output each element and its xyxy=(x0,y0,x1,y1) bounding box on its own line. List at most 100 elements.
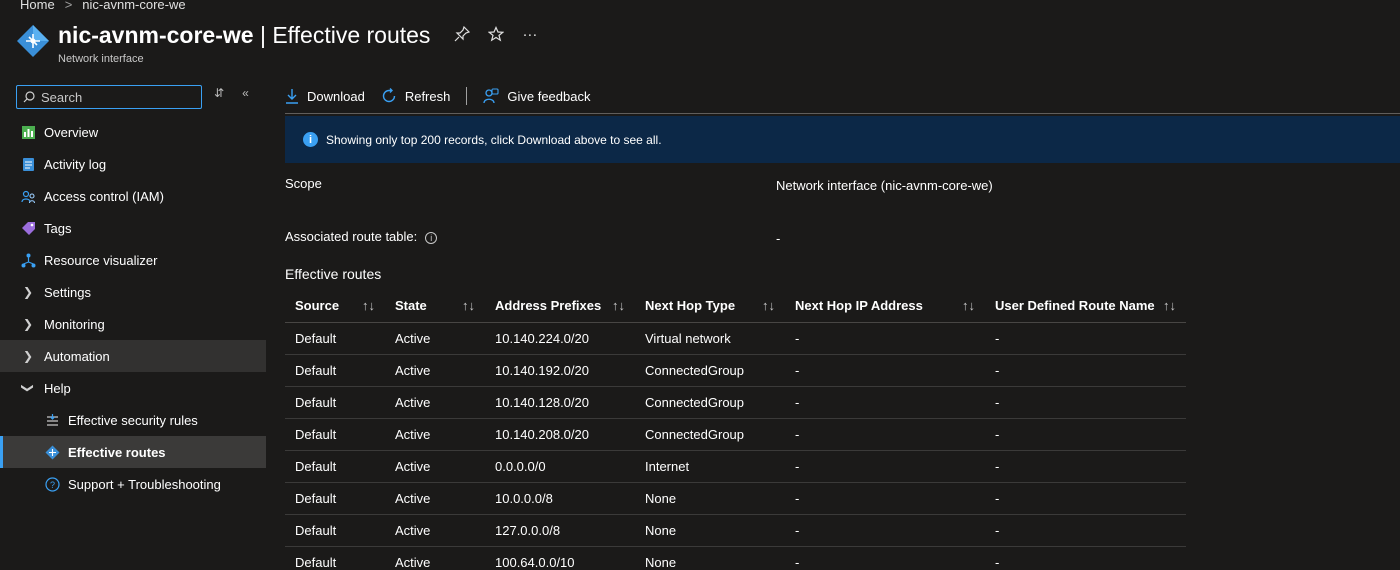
refresh-button[interactable]: Refresh xyxy=(381,88,451,104)
table-row: Default Active 100.64.0.0/10 None - - xyxy=(285,546,1186,570)
cell-udr-name: - xyxy=(985,386,1186,419)
sidebar-nav: Overview Activity log Access control (IA… xyxy=(0,116,266,500)
column-header-state[interactable]: State ↑↓ xyxy=(385,290,485,323)
network-interface-icon xyxy=(17,25,49,57)
cell-next-hop-type: ConnectedGroup xyxy=(635,354,785,387)
cell-next-hop-type: ConnectedGroup xyxy=(635,386,785,419)
table-row: Default Active 10.140.128.0/20 Connected… xyxy=(285,386,1186,419)
effective-routes-title: Effective routes xyxy=(285,266,382,282)
feedback-icon xyxy=(483,88,499,104)
table-row: Default Active 0.0.0.0/0 Internet - - xyxy=(285,450,1186,483)
star-icon[interactable] xyxy=(488,25,505,46)
resource-type: Network interface xyxy=(58,53,144,65)
collapse-sidebar-icon[interactable]: « xyxy=(242,86,249,100)
cell-next-hop-type: Internet xyxy=(635,450,785,483)
sidebar-item-label: Effective security rules xyxy=(68,412,198,428)
sort-icon[interactable]: ↑↓ xyxy=(462,298,475,313)
cell-next-hop-ip: - xyxy=(785,322,985,355)
sidebar-item-tags[interactable]: Tags xyxy=(0,212,266,244)
breadcrumb: Home > nic-avnm-core-we xyxy=(20,0,186,12)
sidebar-item-label: Automation xyxy=(44,348,110,364)
cell-next-hop-ip: - xyxy=(785,386,985,419)
pin-icon[interactable] xyxy=(454,25,471,46)
sidebar-item-label: Tags xyxy=(44,220,72,236)
cell-source: Default xyxy=(285,514,385,547)
table-row: Default Active 10.140.192.0/20 Connected… xyxy=(285,354,1186,387)
sidebar-item-label: Activity log xyxy=(44,156,107,172)
sort-icon[interactable]: ↑↓ xyxy=(362,298,375,313)
give-feedback-button[interactable]: Give feedback xyxy=(483,88,590,104)
sidebar-item-label: Overview xyxy=(44,124,99,140)
cell-address-prefix: 10.140.128.0/20 xyxy=(485,386,635,419)
sidebar-item-resource-visualizer[interactable]: Resource visualizer xyxy=(0,244,266,276)
refresh-icon xyxy=(382,88,396,103)
search-input[interactable] xyxy=(41,89,191,105)
resource-name: nic-avnm-core-we xyxy=(58,22,254,48)
column-header-udr-name[interactable]: User Defined Route Name ↑↓ xyxy=(985,290,1186,323)
iam-icon xyxy=(20,188,36,204)
expand-collapse-icon[interactable]: ⇵ xyxy=(214,86,224,100)
cell-udr-name: - xyxy=(985,450,1186,483)
cell-udr-name: - xyxy=(985,418,1186,451)
sidebar-item-label: Support + Troubleshooting xyxy=(68,476,221,492)
column-header-next-hop-ip[interactable]: Next Hop IP Address ↑↓ xyxy=(785,290,985,323)
cell-state: Active xyxy=(385,482,485,515)
azure-portal-page: Home > nic-avnm-core-we nic-avnm-core-we… xyxy=(0,0,1400,570)
download-button[interactable]: Download xyxy=(285,88,365,104)
cell-address-prefix: 10.140.208.0/20 xyxy=(485,418,635,451)
cell-next-hop-ip: - xyxy=(785,546,985,570)
toolbar-divider xyxy=(466,87,468,105)
sidebar-item-effective-routes[interactable]: Effective routes xyxy=(0,436,266,468)
sidebar-item-activity-log[interactable]: Activity log xyxy=(0,148,266,180)
chevron-down-icon: ❯ xyxy=(21,382,35,394)
route-table-label-row: Associated route table: i xyxy=(285,229,438,244)
sidebar-group-automation[interactable]: ❯ Automation xyxy=(0,340,266,372)
search-box xyxy=(16,85,202,109)
chevron-right-icon: ❯ xyxy=(22,317,34,331)
sidebar-group-help[interactable]: ❯ Help xyxy=(0,372,266,404)
breadcrumb-current[interactable]: nic-avnm-core-we xyxy=(82,0,185,12)
info-circle-icon[interactable]: i xyxy=(425,231,438,244)
table-row: Default Active 10.0.0.0/8 None - - xyxy=(285,482,1186,515)
sidebar-item-access-control[interactable]: Access control (IAM) xyxy=(0,180,266,212)
cell-next-hop-type: None xyxy=(635,482,785,515)
support-icon: ? xyxy=(44,476,60,492)
cell-next-hop-ip: - xyxy=(785,482,985,515)
table-row: Default Active 10.140.224.0/20 Virtual n… xyxy=(285,322,1186,355)
cell-address-prefix: 0.0.0.0/0 xyxy=(485,450,635,483)
activity-log-icon xyxy=(20,156,36,172)
column-header-next-hop-type[interactable]: Next Hop Type ↑↓ xyxy=(635,290,785,323)
cell-source: Default xyxy=(285,546,385,570)
sort-icon[interactable]: ↑↓ xyxy=(762,298,775,313)
breadcrumb-home[interactable]: Home xyxy=(20,0,55,12)
sidebar-item-effective-security-rules[interactable]: Effective security rules xyxy=(0,404,266,436)
chevron-right-icon: ❯ xyxy=(22,285,34,299)
sidebar-item-overview[interactable]: Overview xyxy=(0,116,266,148)
download-icon xyxy=(286,89,298,104)
sort-icon[interactable]: ↑↓ xyxy=(1163,298,1176,313)
sidebar-group-settings[interactable]: ❯ Settings xyxy=(0,276,266,308)
cell-address-prefix: 127.0.0.0/8 xyxy=(485,514,635,547)
column-header-source[interactable]: Source ↑↓ xyxy=(285,290,385,323)
cell-next-hop-type: None xyxy=(635,546,785,570)
cell-next-hop-ip: - xyxy=(785,514,985,547)
column-header-address-prefixes[interactable]: Address Prefixes ↑↓ xyxy=(485,290,635,323)
tag-icon xyxy=(20,220,36,236)
sidebar-item-support-troubleshooting[interactable]: ? Support + Troubleshooting xyxy=(0,468,266,500)
cell-state: Active xyxy=(385,546,485,570)
cell-next-hop-type: Virtual network xyxy=(635,322,785,355)
table-row: Default Active 10.140.208.0/20 Connected… xyxy=(285,418,1186,451)
cell-next-hop-type: None xyxy=(635,514,785,547)
cell-udr-name: - xyxy=(985,354,1186,387)
sidebar-group-monitoring[interactable]: ❯ Monitoring xyxy=(0,308,266,340)
routes-table: Source ↑↓ State ↑↓ Address Prefixes ↑↓ Next… xyxy=(285,290,1186,570)
more-options-icon[interactable]: ··· xyxy=(522,26,537,46)
cell-next-hop-ip: - xyxy=(785,354,985,387)
sort-icon[interactable]: ↑↓ xyxy=(962,298,975,313)
cell-source: Default xyxy=(285,386,385,419)
sidebar-item-label: Settings xyxy=(44,284,91,300)
cell-source: Default xyxy=(285,450,385,483)
refresh-label: Refresh xyxy=(404,88,451,104)
cell-state: Active xyxy=(385,450,485,483)
sort-icon[interactable]: ↑↓ xyxy=(612,298,625,313)
